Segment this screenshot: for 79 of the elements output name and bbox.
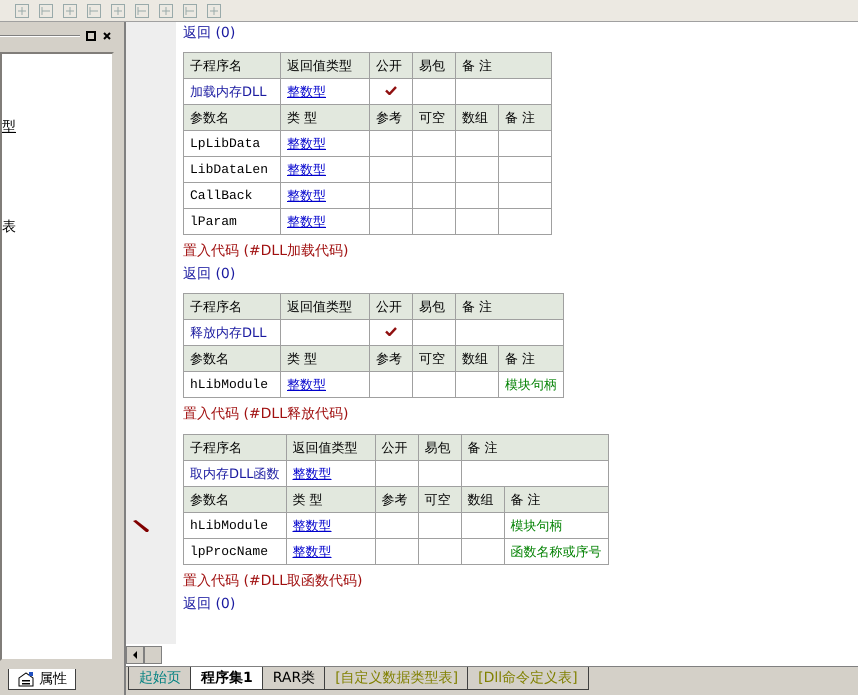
- table-cell: 整数型: [286, 538, 375, 564]
- header-cell: 易包: [412, 52, 456, 78]
- header-cell: 公开: [375, 434, 418, 460]
- header-cell: 数组: [456, 104, 498, 130]
- table-cell: hLibModule: [184, 372, 280, 398]
- header-cell: 备 注: [456, 52, 552, 78]
- tree-item[interactable]: 型: [2, 118, 16, 136]
- table-cell: 模块句柄: [498, 372, 564, 398]
- header-cell: 备 注: [456, 294, 564, 320]
- header-cell: 参考: [375, 486, 418, 512]
- table-cell: 整数型: [280, 208, 370, 234]
- header-cell: 易包: [412, 294, 456, 320]
- header-cell: 数组: [456, 346, 498, 372]
- layout-icon[interactable]: [182, 2, 198, 18]
- table-cell: 模块句柄: [504, 512, 608, 538]
- header-cell: 类 型: [286, 486, 375, 512]
- layout-icon[interactable]: [134, 2, 150, 18]
- table-cell: hLibModule: [184, 512, 286, 538]
- code-line: 置入代码 (#DLL加载代码): [183, 242, 348, 261]
- header-cell: 易包: [418, 434, 461, 460]
- header-cell: 数组: [461, 486, 504, 512]
- header-cell: 可空: [418, 486, 461, 512]
- scroll-thumb[interactable]: [144, 646, 162, 664]
- header-cell: 参数名: [184, 346, 280, 372]
- maximize-icon[interactable]: [86, 31, 96, 41]
- table-cell: 整数型: [280, 156, 370, 182]
- header-cell: 可空: [412, 104, 456, 130]
- code-line: 返回 (0): [183, 265, 236, 284]
- header-cell: 参数名: [184, 486, 286, 512]
- properties-tab[interactable]: 属性: [8, 669, 76, 690]
- header-cell: 可空: [412, 346, 456, 372]
- header-cell: 类 型: [280, 346, 370, 372]
- layout-icon[interactable]: [38, 2, 54, 18]
- header-cell: 参数名: [184, 104, 280, 130]
- close-icon[interactable]: [102, 31, 112, 41]
- header-cell: 公开: [370, 294, 412, 320]
- header-cell: 类 型: [280, 104, 370, 130]
- table-cell: LibDataLen: [184, 156, 280, 182]
- properties-icon: [17, 671, 35, 687]
- header-cell: 备 注: [498, 346, 564, 372]
- layout-icon[interactable]: [62, 2, 78, 18]
- code-line: 返回 (0): [183, 24, 236, 43]
- header-cell: 备 注: [498, 104, 552, 130]
- table-cell: 整数型: [280, 182, 370, 208]
- header-cell: 返回值类型: [280, 294, 370, 320]
- header-cell: 参考: [370, 104, 412, 130]
- file-tab[interactable]: 程序集1: [190, 667, 264, 690]
- file-tab[interactable]: RAR类: [262, 667, 326, 690]
- header-cell: 备 注: [461, 434, 608, 460]
- table-cell: CallBack: [184, 182, 280, 208]
- table-cell: 函数名称或序号: [504, 538, 608, 564]
- header-cell: 返回值类型: [280, 52, 370, 78]
- layout-icon[interactable]: [158, 2, 174, 18]
- pencil-icon: [131, 518, 151, 532]
- table-cell: 整数型: [280, 372, 370, 398]
- layout-icon[interactable]: [86, 2, 102, 18]
- header-cell: 公开: [370, 52, 412, 78]
- table-cell: 整数型: [280, 130, 370, 156]
- code-line: 返回 (0): [183, 595, 236, 614]
- checkmark-icon: [385, 86, 397, 95]
- checkmark-icon: [385, 327, 397, 336]
- layout-icon[interactable]: [206, 2, 222, 18]
- table-cell: 整数型: [286, 512, 375, 538]
- header-cell: 返回值类型: [286, 434, 375, 460]
- table-cell: lpProcName: [184, 538, 286, 564]
- header-cell: 参考: [370, 346, 412, 372]
- left-arrow-icon: [132, 651, 138, 659]
- header-cell: 子程序名: [184, 294, 280, 320]
- layout-icon[interactable]: [110, 2, 126, 18]
- code-line: 置入代码 (#DLL释放代码): [183, 405, 348, 424]
- tree-item[interactable]: 表: [2, 218, 16, 236]
- table-cell: lParam: [184, 208, 280, 234]
- table-cell: LpLibData: [184, 130, 280, 156]
- scroll-left-button[interactable]: [126, 646, 144, 664]
- layout-icon[interactable]: [14, 2, 30, 18]
- header-cell: 子程序名: [184, 434, 286, 460]
- header-cell: 子程序名: [184, 52, 280, 78]
- header-cell: 备 注: [504, 486, 608, 512]
- code-line: 置入代码 (#DLL取函数代码): [183, 572, 362, 591]
